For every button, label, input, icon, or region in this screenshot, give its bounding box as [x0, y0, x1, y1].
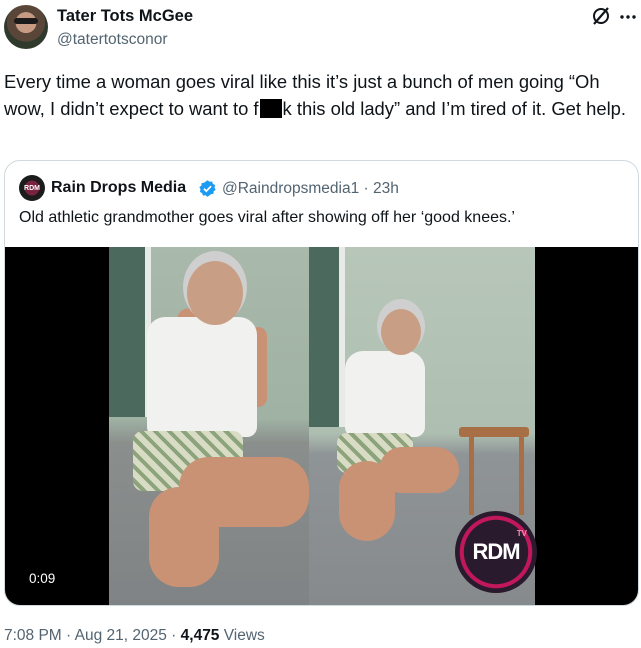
watermark-text: RDM	[472, 539, 520, 564]
tweet-footer: 7:08 PM · Aug 21, 2025 · 4,475 Views	[4, 627, 265, 645]
quote-author-avatar[interactable]: RDM	[19, 175, 45, 201]
author-handle[interactable]: @tatertotsconor	[57, 31, 168, 49]
views-label: Views	[219, 627, 265, 644]
author-display-name[interactable]: Tater Tots McGee	[57, 7, 193, 26]
video-duration: 0:09	[23, 569, 62, 588]
quoted-tweet[interactable]: RDM Rain Drops Media @Raindropsmedia1 · …	[4, 160, 639, 606]
tweet-text: Every time a woman goes viral like this …	[4, 68, 636, 122]
author-avatar[interactable]	[4, 5, 48, 49]
video-player[interactable]: RDM TV 0:09	[5, 247, 638, 605]
verified-badge-icon	[199, 180, 216, 197]
views-count: 4,475	[180, 627, 220, 644]
timestamp[interactable]: 7:08 PM · Aug 21, 2025 ·	[4, 627, 181, 644]
table-leg	[519, 435, 524, 515]
window-right	[309, 247, 345, 427]
video-frame-left	[109, 247, 309, 605]
grok-icon[interactable]	[591, 6, 611, 26]
quote-avatar-label: RDM	[24, 184, 40, 192]
quote-handle-time: @Raindropsmedia1 · 23h	[222, 180, 399, 197]
more-options-icon[interactable]	[620, 15, 636, 19]
quote-author-name[interactable]: Rain Drops Media	[51, 179, 186, 197]
window-left	[109, 247, 151, 417]
redaction-block	[259, 99, 282, 118]
watermark-sub: TV	[516, 529, 527, 538]
quote-text: Old athletic grandmother goes viral afte…	[19, 209, 515, 226]
tweet-text-part-2: k this old lady” and I’m tired of it. Ge…	[282, 98, 626, 119]
table-leg	[469, 435, 474, 515]
rdm-watermark-logo: RDM TV	[455, 511, 537, 593]
